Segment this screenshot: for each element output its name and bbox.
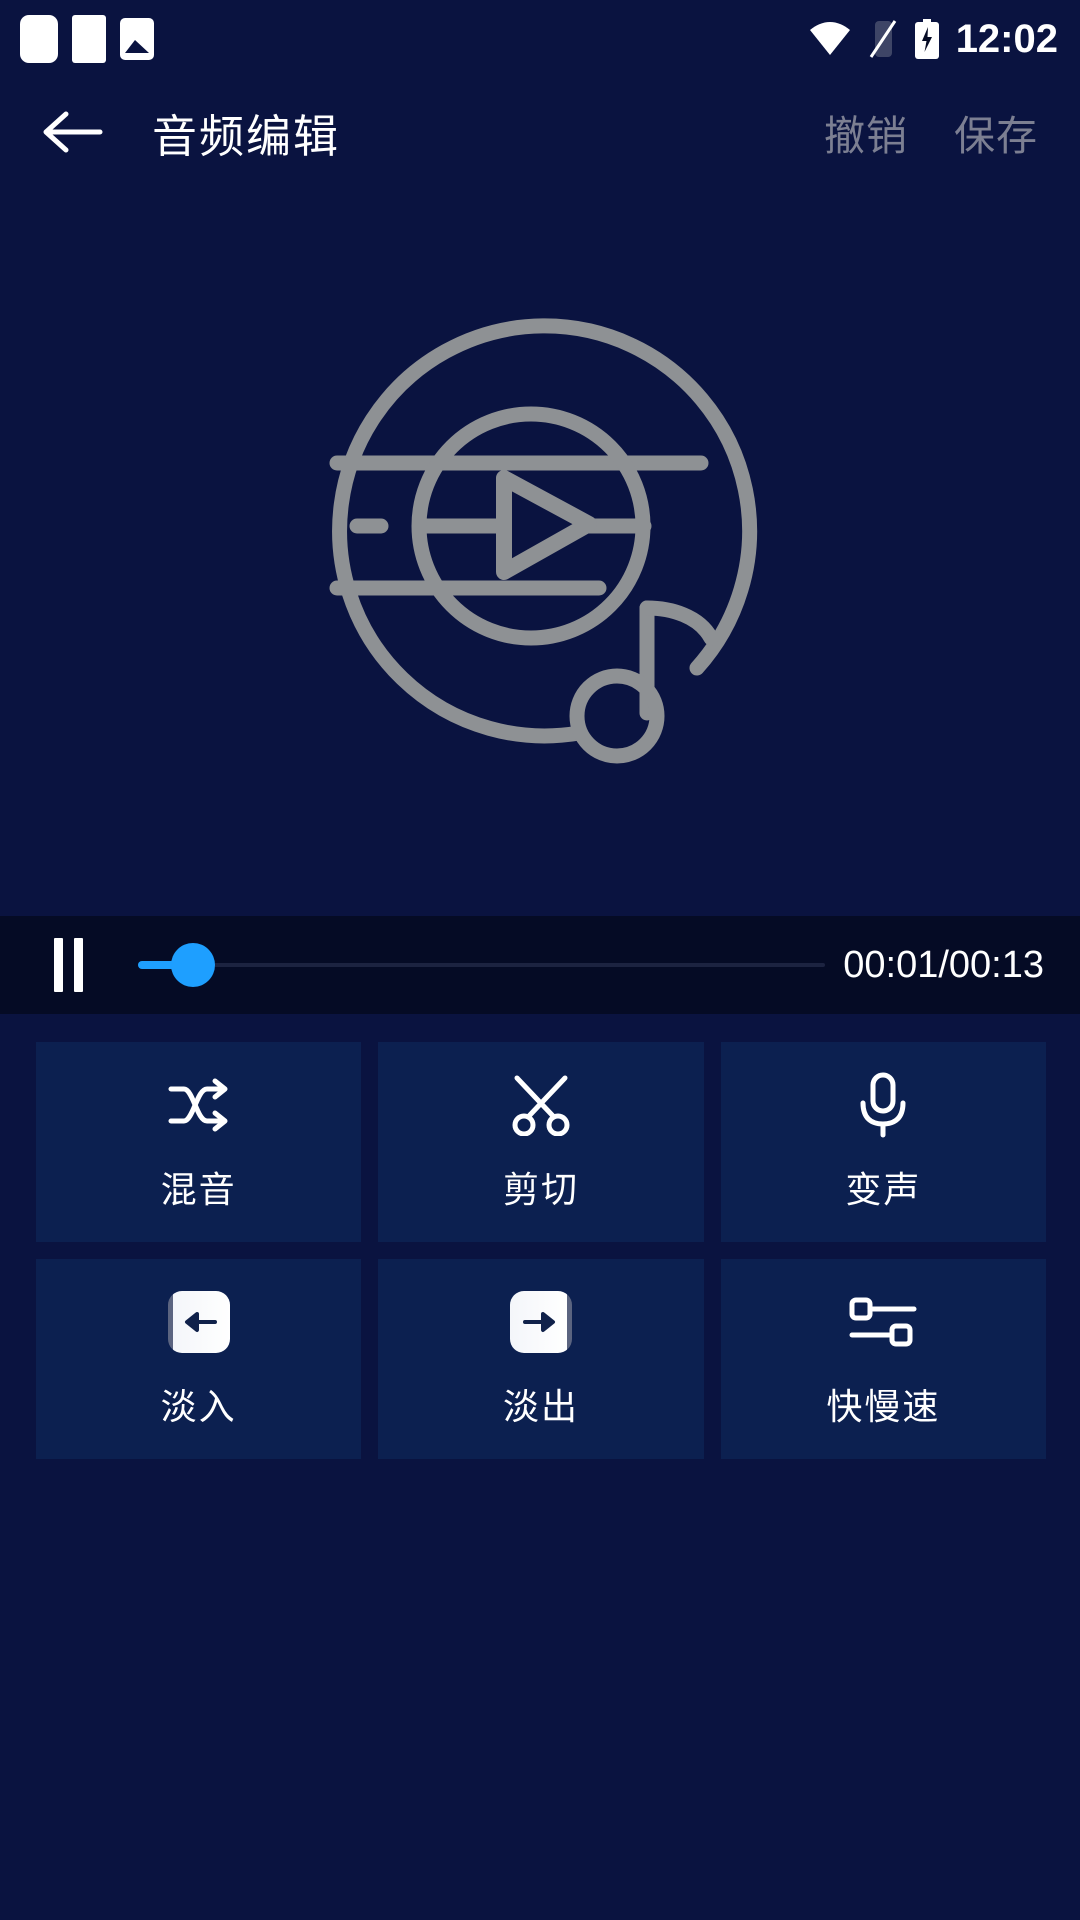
wifi-icon bbox=[809, 22, 850, 55]
save-button[interactable]: 保存 bbox=[954, 102, 1038, 162]
status-bar: 12:02 bbox=[0, 0, 1080, 78]
tool-label: 淡出 bbox=[502, 1386, 579, 1427]
fade-out-icon bbox=[509, 1288, 572, 1356]
pause-icon bbox=[53, 938, 63, 992]
arrow-left-icon bbox=[43, 111, 103, 153]
tool-card-voice[interactable]: 变声 bbox=[720, 1042, 1046, 1242]
status-bar-system: 12:02 bbox=[808, 19, 1058, 59]
tool-card-cut[interactable]: 剪切 bbox=[378, 1042, 704, 1242]
tool-card-fade-in[interactable]: 淡入 bbox=[36, 1259, 362, 1459]
battery-charging-icon bbox=[914, 19, 939, 59]
notification-icon bbox=[20, 15, 58, 63]
tool-label: 淡入 bbox=[160, 1386, 237, 1427]
tool-grid: 混音 剪切 变声 淡入 淡出 快慢速 bbox=[0, 1014, 1080, 1459]
scissors-icon bbox=[511, 1071, 571, 1139]
pause-icon bbox=[73, 938, 83, 992]
speed-slider-icon bbox=[848, 1288, 918, 1356]
time-display: 00:01/00:13 bbox=[843, 943, 1044, 986]
pause-button[interactable] bbox=[40, 937, 96, 993]
status-bar-clock: 12:02 bbox=[955, 17, 1058, 61]
progress-thumb[interactable] bbox=[170, 943, 215, 987]
shuffle-icon bbox=[167, 1071, 231, 1139]
tool-card-mix[interactable]: 混音 bbox=[36, 1042, 362, 1242]
image-icon bbox=[120, 18, 154, 60]
tool-label: 快慢速 bbox=[826, 1386, 941, 1427]
status-bar-notifications bbox=[20, 15, 154, 63]
audio-disc-play-icon bbox=[329, 318, 758, 764]
player-bar: 00:01/00:13 bbox=[0, 916, 1080, 1014]
notification-icon bbox=[72, 15, 106, 63]
tool-label: 变声 bbox=[845, 1169, 922, 1210]
app-header: 音频编辑 撤销 保存 bbox=[0, 78, 1080, 186]
audio-preview-area bbox=[0, 186, 1080, 916]
tool-label: 混音 bbox=[160, 1169, 237, 1210]
progress-track bbox=[138, 963, 826, 967]
microphone-icon bbox=[857, 1071, 909, 1139]
tool-card-fade-out[interactable]: 淡出 bbox=[378, 1259, 704, 1459]
tool-label: 剪切 bbox=[502, 1169, 579, 1210]
page-title: 音频编辑 bbox=[152, 110, 341, 162]
back-button[interactable] bbox=[36, 96, 108, 168]
tool-card-speed[interactable]: 快慢速 bbox=[720, 1259, 1046, 1459]
undo-button[interactable]: 撤销 bbox=[824, 102, 908, 162]
signal-off-icon bbox=[869, 20, 896, 58]
fade-in-icon bbox=[167, 1288, 230, 1356]
header-actions: 撤销 保存 bbox=[824, 102, 1052, 162]
progress-slider[interactable] bbox=[138, 937, 826, 993]
